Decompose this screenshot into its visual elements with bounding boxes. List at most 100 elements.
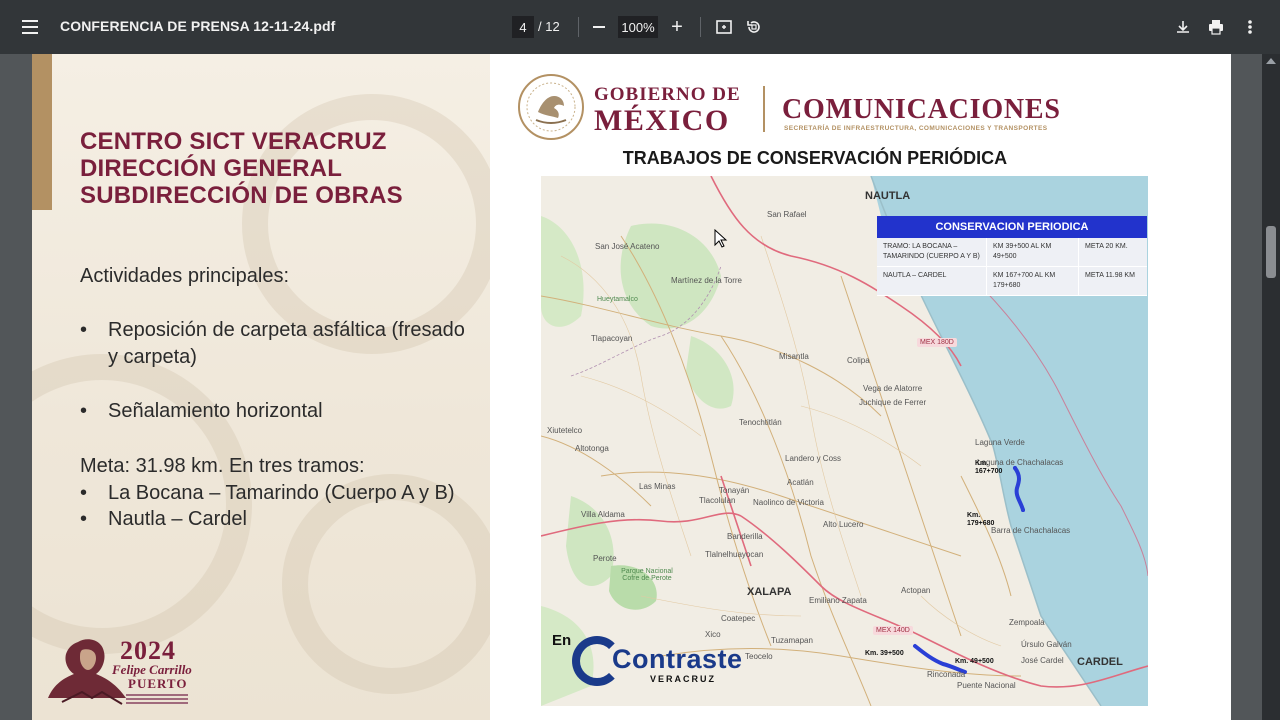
menu-icon[interactable]: [14, 12, 46, 42]
map-town-label: Perote: [593, 554, 617, 563]
map-town-label: Landero y Coss: [785, 454, 842, 463]
table-header: CONSERVACION PERIODICA: [877, 216, 1147, 238]
contraste-watermark: En Contraste VERACRUZ: [552, 630, 752, 700]
more-vert-icon[interactable]: [1240, 16, 1260, 38]
map-town-label: José Cardel: [1021, 656, 1064, 665]
watermark-name: Contraste: [612, 644, 743, 674]
bullet-text: Señalamiento horizontal: [108, 400, 323, 422]
km-marker-label: Km. 39+500: [865, 650, 904, 657]
toolbar-divider: [700, 17, 701, 37]
map-town-label: Juchique de Ferrer: [859, 398, 927, 407]
map-label-cardel: CARDEL: [1077, 656, 1123, 668]
header-divider: [763, 86, 765, 132]
map-town-label: Tonayán: [719, 486, 750, 495]
table-row: NAUTLA – CARDEL KM 167+700 AL KM 179+680…: [877, 267, 1147, 296]
logo-caption-lines: [126, 694, 188, 706]
pdf-toolbar: CONFERENCIA DE PRENSA 12-11-24.pdf 4 / 1…: [0, 0, 1280, 54]
map-town-label: Úrsulo Galván: [1021, 640, 1072, 649]
bullet-dot: •: [80, 482, 88, 504]
map-town-label: Tenochtitlán: [739, 418, 782, 427]
map-town-label: Alto Lucero: [823, 520, 864, 529]
map-town-label: Martínez de la Torre: [671, 276, 742, 285]
highway-badge: MEX 140D: [873, 626, 913, 635]
map-town-label: Tlacolulan: [699, 496, 736, 505]
map-town-label: Coatepec: [721, 614, 756, 623]
map-town-label: Puente Nacional: [957, 681, 1016, 690]
map-town-label: San Rafael: [767, 210, 807, 219]
highway-badge: MEX 180D: [917, 338, 957, 347]
comunicaciones-subtitle: SECRETARÍA DE INFRAESTRUCTURA, COMUNICAC…: [784, 125, 1048, 132]
map-town-label: Xiutetelco: [547, 426, 583, 435]
document-title: CONFERENCIA DE PRENSA 12-11-24.pdf: [60, 18, 336, 34]
pdf-page: CENTRO SICT VERACRUZ DIRECCIÓN GENERAL S…: [32, 54, 1231, 720]
map-town-label: Naolinco de Victoria: [753, 498, 825, 507]
map-town-label: Actopan: [901, 586, 931, 595]
gobierno-de-label: GOBIERNO DE: [594, 84, 741, 105]
table-cell: TRAMO: LA BOCANA – TAMARINDO (CUERPO A Y…: [877, 238, 987, 266]
map-label-xalapa: XALAPA: [747, 586, 792, 598]
table-cell: NAUTLA – CARDEL: [877, 267, 987, 295]
map-town-label: Las Minas: [639, 482, 676, 491]
map-town-label: Altotonga: [575, 444, 609, 453]
accent-stripe: [32, 54, 52, 210]
heading-line: CENTRO SICT VERACRUZ: [80, 128, 387, 155]
km-marker-label: Km. 49+500: [955, 658, 994, 665]
scroll-up-icon[interactable]: [1266, 58, 1276, 64]
print-icon[interactable]: [1205, 16, 1227, 38]
zoom-out-icon[interactable]: [590, 16, 608, 38]
map-town-label: Villa Aldama: [581, 510, 625, 519]
bullet-dot: •: [80, 400, 88, 422]
map-town-label: Acatlán: [787, 478, 814, 487]
km-marker-label: Km. 167+700: [975, 460, 1003, 475]
zoom-input[interactable]: 100%: [618, 16, 658, 38]
map-town-label: Emiliano Zapata: [809, 596, 867, 605]
table-cell: META 20 KM.: [1085, 243, 1128, 250]
heading-line: DIRECCIÓN GENERAL: [80, 155, 343, 182]
map-park-label: Parque Nacional Cofre de Perote: [621, 568, 673, 582]
download-icon[interactable]: [1172, 16, 1194, 38]
map-town-label: Colipa: [847, 356, 870, 365]
goal-text: Meta: 31.98 km. En tres tramos:: [80, 455, 365, 477]
map-town-label: Laguna Verde: [975, 438, 1025, 447]
map-town-label: Banderilla: [727, 532, 763, 541]
table-cell: KM 167+700 AL KM 179+680: [987, 267, 1079, 295]
slide-left-panel: CENTRO SICT VERACRUZ DIRECCIÓN GENERAL S…: [32, 54, 490, 720]
map-label-nautla: NAUTLA: [865, 190, 911, 202]
route-map: NAUTLA XALAPA CARDEL MEX 180D MEX 140D S…: [541, 176, 1148, 706]
bullet-text: Reposición de carpeta asfáltica (fresado…: [108, 319, 465, 368]
bullet-text: La Bocana – Tamarindo (Cuerpo A y B): [108, 482, 455, 504]
scroll-thumb[interactable]: [1266, 226, 1276, 278]
vertical-scrollbar[interactable]: [1262, 54, 1280, 720]
map-town-label: Rinconada: [927, 670, 966, 679]
mouse-cursor-icon: [714, 229, 728, 248]
page-number-input[interactable]: 4: [512, 16, 534, 38]
zoom-in-icon[interactable]: +: [668, 16, 686, 38]
map-title: TRABAJOS DE CONSERVACIÓN PERIÓDICA: [622, 148, 1008, 168]
map-town-label: Tlalnelhuayocan: [705, 550, 764, 559]
map-town-label: Vega de Alatorre: [863, 384, 923, 393]
heading-line: SUBDIRECCIÓN DE OBRAS: [80, 182, 403, 209]
mexico-coat-of-arms-icon: [518, 74, 584, 140]
table-cell: META 11.98 KM: [1085, 272, 1135, 279]
logo-surname: PUERTO: [128, 676, 188, 691]
km-marker-label: Km. 179+680: [967, 512, 995, 527]
fit-page-icon[interactable]: [713, 16, 735, 38]
bullet-dot: •: [80, 319, 88, 341]
activities-label: Actividades principales:: [80, 265, 289, 287]
table-row: TRAMO: LA BOCANA – TAMARINDO (CUERPO A Y…: [877, 238, 1147, 267]
mexico-label: MÉXICO: [594, 104, 730, 137]
map-town-label: San José Acateno: [595, 242, 660, 251]
comunicaciones-title: COMUNICACIONES: [782, 94, 1061, 125]
slide-heading: CENTRO SICT VERACRUZ DIRECCIÓN GENERAL S…: [80, 128, 480, 209]
map-town-label: Zempoala: [1009, 618, 1045, 627]
map-town-label: Misantla: [779, 352, 809, 361]
page-total: / 12: [538, 19, 560, 34]
map-town-label: Tuzamapan: [771, 636, 813, 645]
rotate-icon[interactable]: [743, 16, 765, 38]
watermark-prefix: En: [552, 632, 572, 649]
bullet-dot: •: [80, 508, 88, 530]
table-cell: KM 39+500 AL KM 49+500: [987, 238, 1079, 266]
bullet-text: Nautla – Cardel: [108, 508, 247, 530]
logo-2024-felipe-carrillo-puerto: 2024 Felipe Carrillo PUERTO: [48, 632, 208, 712]
toolbar-divider: [578, 17, 579, 37]
